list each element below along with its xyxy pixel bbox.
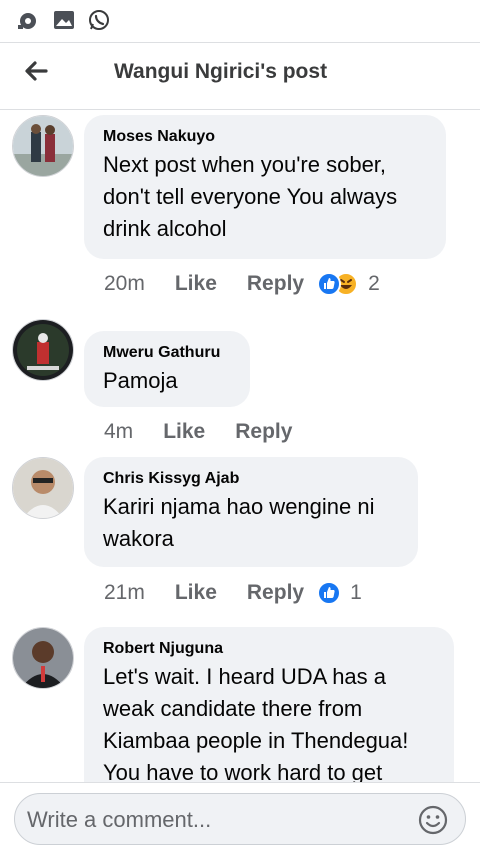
comment-text: Let's wait. I heard UDA has a weak candi… (103, 664, 409, 782)
comments-feed[interactable]: Moses Nakuyo Next post when you're sober… (0, 109, 480, 782)
comment-bubble: Moses Nakuyo Next post when you're sober… (84, 115, 446, 259)
reply-button[interactable]: Reply (247, 581, 304, 605)
app-notification-icon (18, 13, 36, 29)
avatar[interactable] (12, 627, 74, 689)
comment-actions: 4m Like Reply (104, 417, 292, 447)
comment-bubble: Chris Kissyg Ajab Kariri njama hao wengi… (84, 457, 418, 567)
reactions-summary[interactable]: 1 (316, 580, 362, 606)
comment-bubble: Robert Njuguna Let's wait. I heard UDA h… (84, 627, 454, 782)
comment-actions: 21m Like Reply 1 (104, 578, 362, 608)
like-reaction-icon (317, 581, 342, 605)
back-arrow-icon[interactable] (20, 55, 52, 87)
reactions-summary[interactable]: 2 (316, 271, 380, 297)
comment-bubble: Mweru Gathuru Pamoja (84, 331, 250, 407)
comment-input-wrapper[interactable] (14, 793, 466, 845)
comment-input[interactable] (25, 803, 409, 837)
like-button[interactable]: Like (175, 581, 217, 605)
comment-author[interactable]: Robert Njuguna (103, 639, 434, 659)
comment-author[interactable]: Mweru Gathuru (103, 343, 230, 363)
status-bar (0, 0, 480, 40)
post-header: Wangui Ngirici's post (0, 42, 480, 110)
whatsapp-icon (89, 10, 109, 30)
avatar[interactable] (12, 115, 74, 177)
comment-text: Next post when you're sober, don't tell … (103, 152, 398, 241)
reply-button[interactable]: Reply (247, 272, 304, 296)
gallery-icon (54, 11, 74, 29)
comment-text: Kariri njama hao wengine ni wakora (103, 494, 375, 551)
comment-timestamp: 20m (104, 272, 145, 295)
like-button[interactable]: Like (175, 272, 217, 296)
comment-timestamp: 21m (104, 581, 145, 604)
like-haha-reaction-icon (317, 272, 359, 296)
like-button[interactable]: Like (163, 420, 205, 444)
comment-composer (0, 782, 480, 855)
comment-author[interactable]: Chris Kissyg Ajab (103, 469, 398, 489)
reaction-count: 1 (350, 581, 362, 604)
comment-timestamp: 4m (104, 420, 134, 443)
comment-text: Pamoja (103, 368, 178, 393)
avatar[interactable] (12, 457, 74, 519)
avatar[interactable] (12, 319, 74, 381)
emoji-icon[interactable] (417, 804, 449, 836)
comment-actions: 20m Like Reply 2 (104, 269, 380, 299)
comment-author[interactable]: Moses Nakuyo (103, 127, 426, 147)
page-title: Wangui Ngirici's post (114, 60, 328, 83)
reaction-count: 2 (368, 272, 380, 295)
reply-button[interactable]: Reply (235, 420, 292, 444)
